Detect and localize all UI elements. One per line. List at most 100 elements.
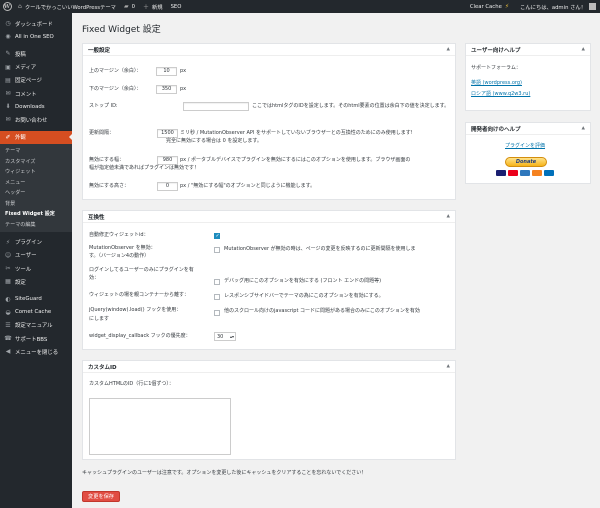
- user-help-header[interactable]: ユーザー向けヘルプ ▲: [466, 44, 590, 56]
- margin-top-unit: px: [180, 68, 187, 74]
- submenu-fixed-widget[interactable]: Fixed Widget 設定: [0, 209, 72, 220]
- user-icon: ☺: [4, 251, 12, 259]
- stop-id-input[interactable]: [183, 102, 249, 111]
- media-icon: ▣: [5, 63, 11, 71]
- user-help-box: ユーザー向けヘルプ ▲: [465, 43, 591, 111]
- logged-in-checkbox[interactable]: [214, 279, 220, 285]
- mutation-observer-checkbox[interactable]: [214, 247, 220, 253]
- admin-sidebar: ◷ ダッシュボード ◉ All in One SEO ✎ 投稿 ▣ メディア ▤ 固定ペー…: [0, 13, 72, 508]
- submenu-header[interactable]: ヘッダー: [0, 188, 72, 199]
- sidebar-item-users[interactable]: ☺ ユーザー: [0, 249, 72, 262]
- auto-fix-checkbox[interactable]: [214, 233, 220, 239]
- submenu-customize[interactable]: カスタマイズ: [0, 156, 72, 167]
- margin-bottom-unit: px: [180, 86, 187, 92]
- mutation-observer-label-2: す。（バージョン4の動作）: [89, 253, 150, 259]
- sidebar-item-plugins[interactable]: ⚡ プラグイン: [0, 236, 72, 249]
- sidebar-item-comet-cache[interactable]: ◒ Comet Cache: [0, 306, 72, 319]
- toggle-arrow-icon[interactable]: ▲: [447, 364, 450, 369]
- discover-card-icon: [532, 170, 542, 176]
- collapse-icon: ◀: [5, 348, 11, 356]
- sidebar-item-downloads[interactable]: ⬇ Downloads: [0, 100, 72, 113]
- pin-icon: ✎: [5, 50, 11, 58]
- payment-cards: [496, 170, 554, 176]
- comments-link[interactable]: ▰ 0: [120, 0, 139, 13]
- rate-plugin-link[interactable]: プラグインを評価: [505, 143, 545, 150]
- plus-icon: ＋: [142, 4, 149, 11]
- donate-button[interactable]: Donate: [505, 157, 547, 167]
- sidebar-item-contact[interactable]: ✉ お問い合わせ: [0, 113, 72, 126]
- clear-cache-link[interactable]: Clear Cache ⚡: [466, 0, 516, 13]
- margin-top-input[interactable]: 10: [156, 67, 177, 76]
- support-forum-label: サポートフォーラム：: [471, 65, 521, 71]
- siteguard-icon: ◐: [5, 295, 11, 303]
- disable-height-description: px / "無効にする幅"のオプションと同じように機能します。: [180, 183, 316, 189]
- mutation-observer-description: MutationObserver が無効の時は、ページの変更を反映するのに更新間…: [224, 246, 416, 252]
- account-menu[interactable]: こんにちは、admin さん！: [516, 0, 600, 13]
- tool-icon: ✂: [5, 265, 11, 273]
- seo-link[interactable]: SEO: [167, 0, 186, 13]
- sidebar-item-manual[interactable]: ☰ 設定マニュアル: [0, 319, 72, 332]
- appearance-icon: ✐: [5, 133, 11, 141]
- compatibility-header[interactable]: 互換性 ▲: [83, 211, 455, 223]
- margin-bottom-input[interactable]: 350: [156, 85, 177, 94]
- general-settings-box: 一般設定 ▲: [82, 43, 456, 200]
- settings-icon: ▦: [5, 278, 11, 286]
- sidebar-item-support[interactable]: ☎ サポートBBS: [0, 332, 72, 345]
- disable-width-description: px / ポータブルデバイスでプラグインを無効にするにはこのオプションを使用しま…: [180, 157, 411, 163]
- refresh-interval-input[interactable]: 1500: [157, 129, 178, 138]
- sidebar-item-siteguard[interactable]: ◐ SiteGuard: [0, 292, 72, 305]
- sidebar-item-posts[interactable]: ✎ 投稿: [0, 47, 72, 60]
- submenu-background[interactable]: 背景: [0, 198, 72, 209]
- callback-priority-select[interactable]: 30 ▴▾: [214, 332, 236, 341]
- jquery-load-description-2: にします: [89, 316, 110, 322]
- english-forum-link[interactable]: 英語 (wordpress.org): [471, 80, 522, 87]
- jquery-load-checkbox[interactable]: [214, 310, 220, 316]
- stop-id-label: ストップ ID:: [89, 103, 118, 109]
- submenu-menus[interactable]: メニュー: [0, 177, 72, 188]
- sidebar-item-media[interactable]: ▣ メディア: [0, 61, 72, 74]
- cache-notice: キャッシュプラグインのユーザーは注意です。オプションを変更した後にキャッシュをク…: [82, 470, 367, 476]
- disable-width-input[interactable]: 980: [157, 156, 178, 165]
- stop-id-description: ここではhtmlタグのIDを設定します。そのhtml要素の位置は余白下の値を決定…: [252, 103, 450, 109]
- sidebar-item-seo[interactable]: ◉ All in One SEO: [0, 30, 72, 43]
- support-icon: ☎: [4, 335, 12, 343]
- submenu-theme-editor[interactable]: テーマの編集: [0, 219, 72, 230]
- mutation-observer-label: MutationObserver を無効：: [89, 245, 156, 251]
- russian-forum-link[interactable]: ロシア語 (www.q2w3.ru): [471, 91, 530, 98]
- reset-width-checkbox[interactable]: [214, 294, 220, 300]
- general-settings-header[interactable]: 一般設定 ▲: [83, 44, 455, 56]
- disable-width-label: 無効にする幅：: [89, 157, 125, 163]
- developer-help-header[interactable]: 開発者向けのヘルプ ▲: [466, 123, 590, 135]
- page-icon: ▤: [5, 76, 11, 84]
- submenu-themes[interactable]: テーマ: [0, 146, 72, 157]
- sidebar-item-settings[interactable]: ▦ 設定: [0, 275, 72, 288]
- wordpress-logo-icon[interactable]: W: [0, 0, 14, 13]
- custom-id-header[interactable]: カスタムID ▲: [83, 361, 455, 373]
- toggle-arrow-icon[interactable]: ▲: [447, 214, 450, 219]
- submenu-widgets[interactable]: ウィジェット: [0, 167, 72, 178]
- toggle-arrow-icon[interactable]: ▲: [582, 126, 585, 131]
- paypal-card-icon: [544, 170, 554, 176]
- cache-icon: ⚡: [504, 3, 510, 10]
- cache-icon: ◒: [5, 308, 11, 316]
- sidebar-item-dashboard[interactable]: ◷ ダッシュボード: [0, 17, 72, 30]
- auto-fix-label: 自動修正ウィジェットid：: [89, 232, 149, 238]
- comment-bubble-icon: ▰: [123, 3, 129, 10]
- sidebar-item-comments[interactable]: ✉ コメント: [0, 87, 72, 100]
- seo-icon: ◉: [5, 33, 11, 41]
- new-content-link[interactable]: ＋新規: [139, 0, 167, 13]
- disable-height-input[interactable]: 0: [157, 182, 178, 191]
- sidebar-item-tools[interactable]: ✂ ツール: [0, 262, 72, 275]
- save-button[interactable]: 変更を保存: [82, 491, 120, 502]
- custom-html-id-textarea[interactable]: [89, 398, 231, 455]
- margin-bottom-label: 下のマージン（余白）：: [89, 86, 142, 92]
- sidebar-collapse-menu[interactable]: ◀ メニューを閉じる: [0, 345, 72, 358]
- plugin-icon: ⚡: [5, 238, 11, 246]
- sidebar-item-appearance[interactable]: ✐ 外観: [0, 130, 72, 144]
- sidebar-item-pages[interactable]: ▤ 固定ページ: [0, 74, 72, 87]
- appearance-submenu: テーマ カスタマイズ ウィジェット メニュー ヘッダー 背景 Fixed Wid…: [0, 143, 72, 232]
- toggle-arrow-icon[interactable]: ▲: [447, 47, 450, 52]
- toggle-arrow-icon[interactable]: ▲: [582, 47, 585, 52]
- site-name-link[interactable]: ⌂ クールでかっこいいWordPressテーマ: [14, 0, 120, 13]
- jquery-load-label: jQuery(window).load() フックを使用：: [89, 307, 182, 313]
